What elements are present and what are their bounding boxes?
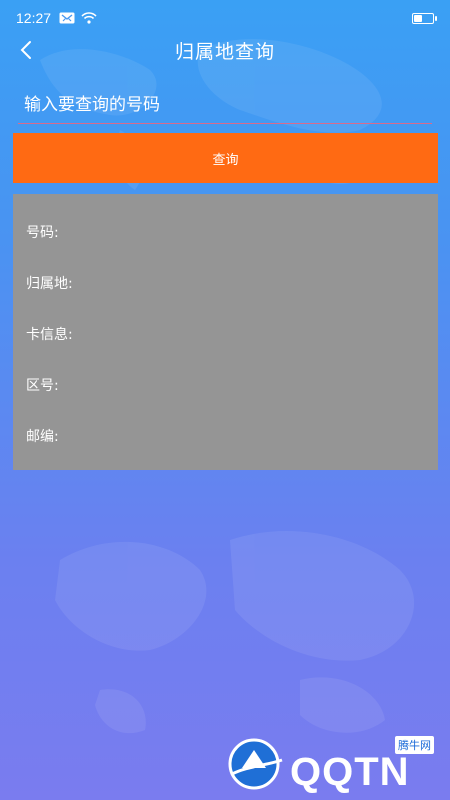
watermark-badge: 腾牛网 xyxy=(395,736,434,754)
result-label: 号码: xyxy=(26,224,59,241)
logo-icon xyxy=(228,738,283,790)
status-time: 12:27 xyxy=(16,10,52,26)
result-row-number: 号码: xyxy=(13,206,438,257)
result-panel: 号码: 归属地: 卡信息: 区号: 邮编: xyxy=(13,194,438,470)
result-row-card-info: 卡信息: xyxy=(13,308,438,359)
page-title: 归属地查询 xyxy=(174,40,275,63)
result-label: 卡信息: xyxy=(26,326,73,343)
watermark-text: QQTN xyxy=(290,750,410,794)
back-button[interactable] xyxy=(8,32,44,68)
battery-icon xyxy=(412,12,437,24)
title-bar: 归属地查询 xyxy=(0,28,450,72)
result-row-postal-code: 邮编: xyxy=(13,410,438,461)
phone-number-input[interactable] xyxy=(18,86,432,124)
search-field xyxy=(18,86,432,126)
wifi-icon xyxy=(81,12,97,24)
result-label: 邮编: xyxy=(26,428,59,445)
watermark-logo: QQTN 腾牛网 xyxy=(228,734,438,794)
result-label: 归属地: xyxy=(26,275,73,292)
result-label: 区号: xyxy=(26,377,59,394)
result-row-area-code: 区号: xyxy=(13,359,438,410)
chevron-left-icon xyxy=(20,41,31,59)
result-row-location: 归属地: xyxy=(13,257,438,308)
query-button[interactable]: 查询 xyxy=(13,133,438,183)
notification-icon xyxy=(59,12,75,24)
